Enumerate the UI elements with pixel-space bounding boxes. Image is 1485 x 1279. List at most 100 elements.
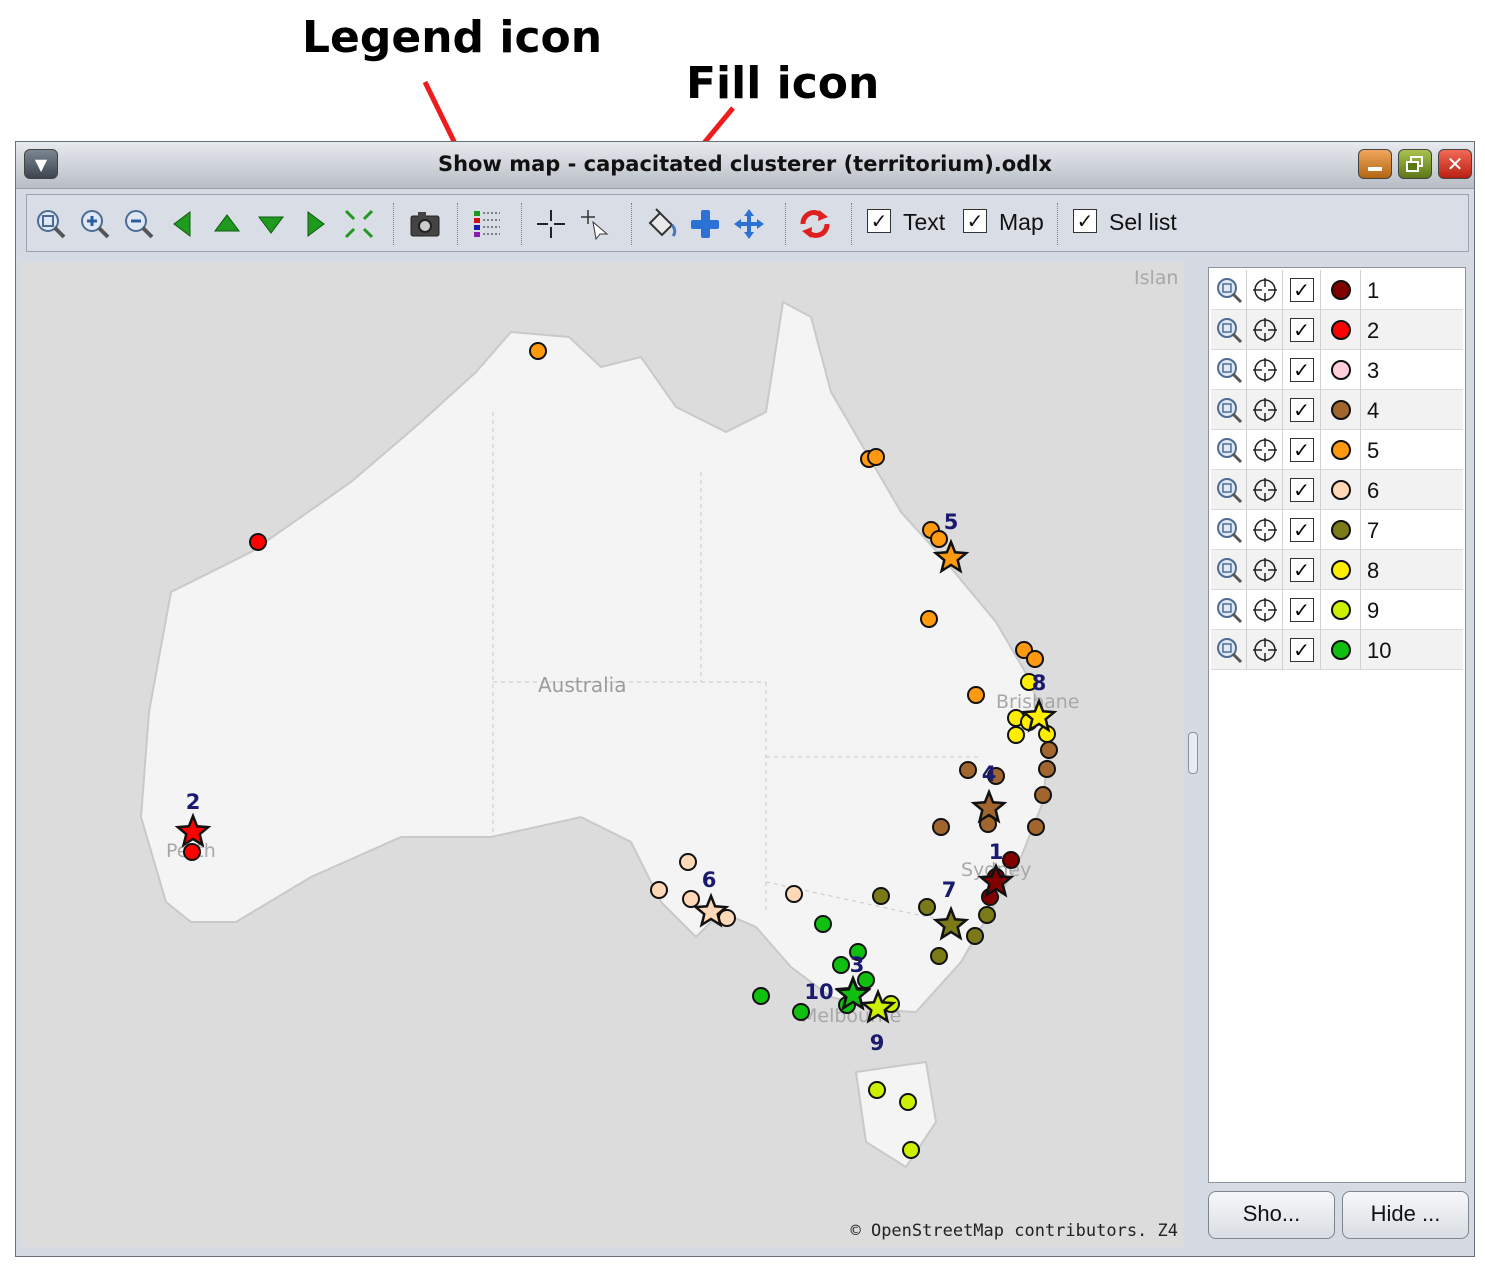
sel-list-checkbox[interactable]: ✓ <box>1073 209 1097 233</box>
customer-point[interactable] <box>918 898 936 916</box>
restore-button[interactable] <box>1398 149 1432 179</box>
add-button[interactable] <box>687 207 723 241</box>
customer-point[interactable] <box>967 686 985 704</box>
cluster-color-swatch[interactable] <box>1330 520 1351 540</box>
cluster-color-swatch[interactable] <box>1330 440 1351 460</box>
select-crosshair-button[interactable] <box>533 207 569 241</box>
fill-button[interactable] <box>643 207 679 241</box>
row-visible-checkbox[interactable]: ✓ <box>1289 518 1314 542</box>
cluster-row[interactable]: ✓ 2 <box>1211 310 1463 350</box>
row-select-button[interactable] <box>1247 470 1283 510</box>
customer-point[interactable] <box>814 915 832 933</box>
zoom-in-button[interactable] <box>77 207 113 241</box>
pan-down-button[interactable] <box>253 207 289 241</box>
customer-point[interactable] <box>1040 741 1058 759</box>
row-select-button[interactable] <box>1247 510 1283 550</box>
row-visible-checkbox[interactable]: ✓ <box>1289 358 1314 382</box>
text-checkbox[interactable]: ✓ <box>867 209 891 233</box>
customer-point[interactable] <box>650 881 668 899</box>
cluster-color-swatch[interactable] <box>1330 280 1351 300</box>
customer-point[interactable] <box>1002 851 1020 869</box>
move-button[interactable] <box>731 207 767 241</box>
screenshot-button[interactable] <box>407 207 443 241</box>
customer-point[interactable] <box>959 761 977 779</box>
expand-button[interactable] <box>341 207 377 241</box>
customer-point[interactable] <box>1026 650 1044 668</box>
row-select-button[interactable] <box>1247 590 1283 630</box>
row-select-button[interactable] <box>1247 550 1283 590</box>
customer-point[interactable] <box>932 818 950 836</box>
row-zoom-button[interactable] <box>1211 350 1247 390</box>
row-select-button[interactable] <box>1247 350 1283 390</box>
zoom-fit-button[interactable] <box>33 207 69 241</box>
row-visible-checkbox[interactable]: ✓ <box>1289 438 1314 462</box>
cluster-row[interactable]: ✓ 5 <box>1211 430 1463 470</box>
customer-point[interactable] <box>1034 786 1052 804</box>
customer-point[interactable] <box>1038 760 1056 778</box>
customer-point[interactable] <box>183 843 201 861</box>
customer-point[interactable] <box>868 1081 886 1099</box>
customer-point[interactable] <box>902 1141 920 1159</box>
cluster-row[interactable]: ✓ 9 <box>1211 590 1463 630</box>
cluster-color-swatch[interactable] <box>1330 400 1351 420</box>
customer-point[interactable] <box>920 610 938 628</box>
row-zoom-button[interactable] <box>1211 550 1247 590</box>
row-select-button[interactable] <box>1247 270 1283 310</box>
map-checkbox[interactable]: ✓ <box>963 209 987 233</box>
row-visible-checkbox[interactable]: ✓ <box>1289 318 1314 342</box>
customer-point[interactable] <box>679 853 697 871</box>
row-select-button[interactable] <box>1247 310 1283 350</box>
select-pointer-button[interactable] <box>577 207 613 241</box>
customer-point[interactable] <box>1027 818 1045 836</box>
pan-left-button[interactable] <box>165 207 201 241</box>
customer-point[interactable] <box>978 906 996 924</box>
customer-point[interactable] <box>682 890 700 908</box>
row-zoom-button[interactable] <box>1211 590 1247 630</box>
customer-point[interactable] <box>832 956 850 974</box>
customer-point[interactable] <box>249 533 267 551</box>
cluster-color-swatch[interactable] <box>1330 640 1351 660</box>
cluster-row[interactable]: ✓ 7 <box>1211 510 1463 550</box>
row-visible-checkbox[interactable]: ✓ <box>1289 558 1314 582</box>
cluster-row[interactable]: ✓ 4 <box>1211 390 1463 430</box>
row-zoom-button[interactable] <box>1211 310 1247 350</box>
customer-point[interactable] <box>752 987 770 1005</box>
show-all-button[interactable]: Sho... <box>1208 1191 1335 1239</box>
cluster-row[interactable]: ✓ 1 <box>1211 270 1463 310</box>
cluster-color-swatch[interactable] <box>1330 320 1351 340</box>
row-visible-checkbox[interactable]: ✓ <box>1289 598 1314 622</box>
split-pane-handle[interactable] <box>1188 732 1198 774</box>
row-zoom-button[interactable] <box>1211 430 1247 470</box>
customer-point[interactable] <box>785 885 803 903</box>
row-zoom-button[interactable] <box>1211 470 1247 510</box>
customer-point[interactable] <box>966 927 984 945</box>
map-view[interactable]: Australia Brisbane Perth Sydney Melbourn… <box>21 262 1184 1247</box>
customer-point[interactable] <box>867 448 885 466</box>
customer-point[interactable] <box>792 1003 810 1021</box>
row-zoom-button[interactable] <box>1211 510 1247 550</box>
row-zoom-button[interactable] <box>1211 630 1247 670</box>
customer-point[interactable] <box>1007 726 1025 744</box>
cluster-color-swatch[interactable] <box>1330 600 1351 620</box>
legend-button[interactable] <box>469 207 505 241</box>
row-zoom-button[interactable] <box>1211 390 1247 430</box>
row-visible-checkbox[interactable]: ✓ <box>1289 398 1314 422</box>
zoom-out-button[interactable] <box>121 207 157 241</box>
pan-right-button[interactable] <box>297 207 333 241</box>
row-zoom-button[interactable] <box>1211 270 1247 310</box>
row-visible-checkbox[interactable]: ✓ <box>1289 638 1314 662</box>
minimize-button[interactable] <box>1358 149 1392 179</box>
customer-point[interactable] <box>930 947 948 965</box>
row-select-button[interactable] <box>1247 390 1283 430</box>
hide-all-button[interactable]: Hide ... <box>1342 1191 1469 1239</box>
cluster-color-swatch[interactable] <box>1330 480 1351 500</box>
customer-point[interactable] <box>872 887 890 905</box>
close-button[interactable]: ✕ <box>1438 149 1472 179</box>
cluster-row[interactable]: ✓ 3 <box>1211 350 1463 390</box>
cluster-row[interactable]: ✓ 10 <box>1211 630 1463 670</box>
customer-point[interactable] <box>899 1093 917 1111</box>
refresh-button[interactable] <box>797 207 833 241</box>
cluster-row[interactable]: ✓ 6 <box>1211 470 1463 510</box>
row-select-button[interactable] <box>1247 430 1283 470</box>
row-select-button[interactable] <box>1247 630 1283 670</box>
